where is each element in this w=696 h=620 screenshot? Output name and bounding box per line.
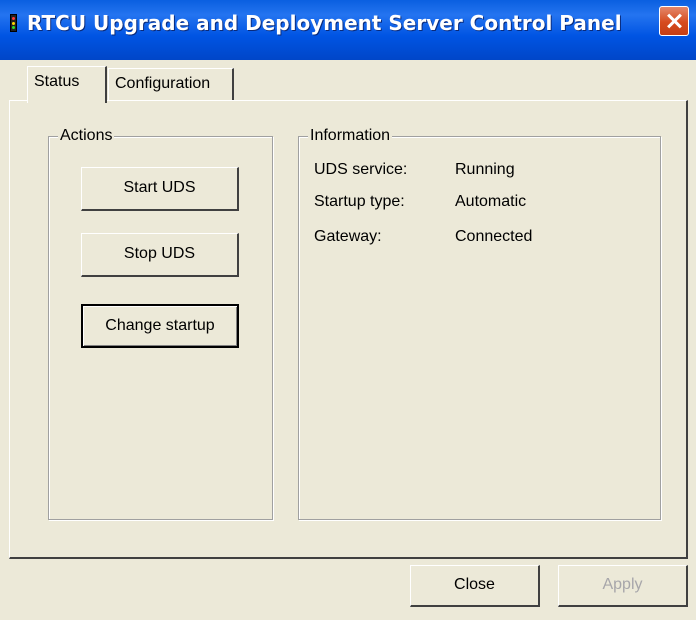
information-legend: Information (308, 126, 393, 146)
traffic-light-icon (10, 14, 17, 32)
uds-service-value: Running (455, 161, 515, 178)
start-uds-button[interactable]: Start UDS (81, 167, 239, 211)
apply-button[interactable]: Apply (558, 565, 688, 607)
tab-status[interactable]: Status (27, 66, 107, 103)
startup-type-value: Automatic (455, 193, 527, 210)
gateway-value: Connected (455, 228, 533, 245)
actions-legend: Actions (58, 126, 115, 146)
stop-uds-button[interactable]: Stop UDS (81, 233, 239, 277)
window-title: RTCU Upgrade and Deployment Server Contr… (27, 11, 622, 35)
title-bar[interactable]: RTCU Upgrade and Deployment Server Contr… (0, 0, 696, 60)
change-startup-button[interactable]: Change startup (81, 304, 239, 348)
close-button[interactable]: Close (410, 565, 540, 607)
startup-type-label: Startup type: (314, 193, 405, 210)
uds-service-label: UDS service: (314, 161, 408, 178)
tab-configuration[interactable]: Configuration (108, 68, 234, 100)
gateway-label: Gateway: (314, 228, 382, 245)
close-icon[interactable] (659, 6, 689, 36)
